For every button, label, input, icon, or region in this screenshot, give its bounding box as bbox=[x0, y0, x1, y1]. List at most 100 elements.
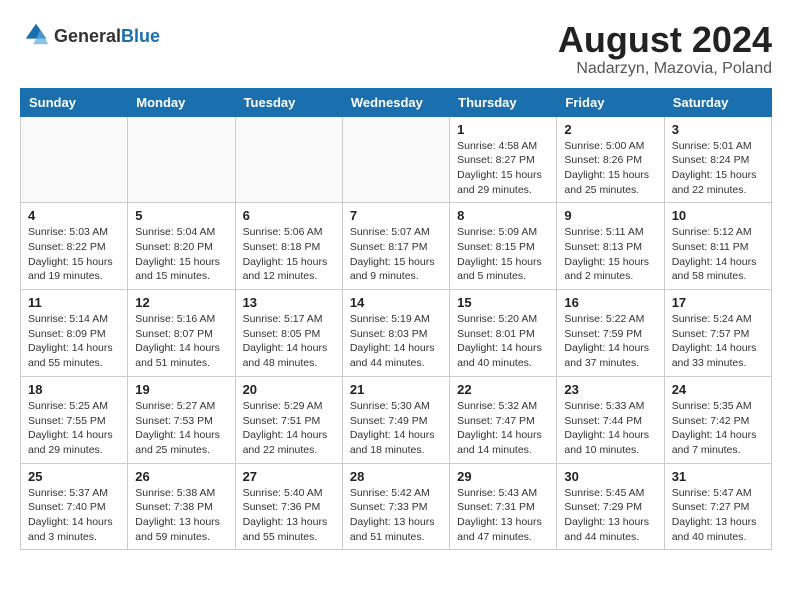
day-info: Sunrise: 5:04 AM Sunset: 8:20 PM Dayligh… bbox=[135, 225, 227, 284]
page: GeneralBlue August 2024 Nadarzyn, Mazovi… bbox=[0, 0, 792, 570]
day-info: Sunrise: 5:33 AM Sunset: 7:44 PM Dayligh… bbox=[564, 399, 656, 458]
day-number: 27 bbox=[243, 469, 335, 484]
calendar-cell-w1-d2 bbox=[128, 116, 235, 203]
day-number: 20 bbox=[243, 382, 335, 397]
calendar-cell-w4-d1: 18 Sunrise: 5:25 AM Sunset: 7:55 PM Dayli… bbox=[21, 376, 128, 463]
day-number: 24 bbox=[672, 382, 764, 397]
calendar-cell-w1-d1 bbox=[21, 116, 128, 203]
logo-general-text: General bbox=[54, 26, 121, 46]
day-number: 11 bbox=[28, 295, 120, 310]
day-number: 8 bbox=[457, 208, 549, 223]
day-info: Sunrise: 5:19 AM Sunset: 8:03 PM Dayligh… bbox=[350, 312, 442, 371]
day-info: Sunrise: 4:58 AM Sunset: 8:27 PM Dayligh… bbox=[457, 139, 549, 198]
day-info: Sunrise: 5:47 AM Sunset: 7:27 PM Dayligh… bbox=[672, 486, 764, 545]
calendar-cell-w3-d6: 16 Sunrise: 5:22 AM Sunset: 7:59 PM Dayli… bbox=[557, 290, 664, 377]
day-number: 4 bbox=[28, 208, 120, 223]
day-number: 23 bbox=[564, 382, 656, 397]
day-number: 25 bbox=[28, 469, 120, 484]
day-info: Sunrise: 5:16 AM Sunset: 8:07 PM Dayligh… bbox=[135, 312, 227, 371]
day-info: Sunrise: 5:14 AM Sunset: 8:09 PM Dayligh… bbox=[28, 312, 120, 371]
calendar-cell-w3-d3: 13Sunrise: 5:17 AM Sunset: 8:05 PM Dayli… bbox=[235, 290, 342, 377]
header: GeneralBlue August 2024 Nadarzyn, Mazovi… bbox=[20, 20, 772, 78]
day-number: 1 bbox=[457, 122, 549, 137]
day-info: Sunrise: 5:27 AM Sunset: 7:53 PM Dayligh… bbox=[135, 399, 227, 458]
calendar-cell-w4-d4: 21Sunrise: 5:30 AM Sunset: 7:49 PM Dayli… bbox=[342, 376, 449, 463]
calendar-cell-w4-d3: 20 Sunrise: 5:29 AM Sunset: 7:51 PM Dayli… bbox=[235, 376, 342, 463]
week-row-2: 4 Sunrise: 5:03 AM Sunset: 8:22 PM Daylig… bbox=[21, 203, 772, 290]
day-info: Sunrise: 5:45 AM Sunset: 7:29 PM Dayligh… bbox=[564, 486, 656, 545]
calendar-cell-w2-d6: 9Sunrise: 5:11 AM Sunset: 8:13 PM Daylig… bbox=[557, 203, 664, 290]
title-block: August 2024 Nadarzyn, Mazovia, Poland bbox=[558, 20, 772, 78]
calendar-cell-w4-d7: 24Sunrise: 5:35 AM Sunset: 7:42 PM Dayli… bbox=[664, 376, 771, 463]
calendar-cell-w1-d5: 1 Sunrise: 4:58 AM Sunset: 8:27 PM Daylig… bbox=[450, 116, 557, 203]
day-info: Sunrise: 5:12 AM Sunset: 8:11 PM Dayligh… bbox=[672, 225, 764, 284]
day-info: Sunrise: 5:00 AM Sunset: 8:26 PM Dayligh… bbox=[564, 139, 656, 198]
week-row-1: 1 Sunrise: 4:58 AM Sunset: 8:27 PM Daylig… bbox=[21, 116, 772, 203]
calendar-cell-w3-d1: 11 Sunrise: 5:14 AM Sunset: 8:09 PM Dayli… bbox=[21, 290, 128, 377]
day-number: 6 bbox=[243, 208, 335, 223]
calendar-cell-w2-d2: 5 Sunrise: 5:04 AM Sunset: 8:20 PM Daylig… bbox=[128, 203, 235, 290]
calendar-cell-w4-d5: 22Sunrise: 5:32 AM Sunset: 7:47 PM Dayli… bbox=[450, 376, 557, 463]
day-number: 10 bbox=[672, 208, 764, 223]
month-title: August 2024 bbox=[558, 20, 772, 60]
calendar-cell-w5-d7: 31 Sunrise: 5:47 AM Sunset: 7:27 PM Dayli… bbox=[664, 463, 771, 550]
calendar-cell-w5-d2: 26 Sunrise: 5:38 AM Sunset: 7:38 PM Dayli… bbox=[128, 463, 235, 550]
day-number: 9 bbox=[564, 208, 656, 223]
location-subtitle: Nadarzyn, Mazovia, Poland bbox=[558, 60, 772, 78]
calendar-table: Sunday Monday Tuesday Wednesday Thursday… bbox=[20, 88, 772, 551]
calendar-cell-w2-d5: 8Sunrise: 5:09 AM Sunset: 8:15 PM Daylig… bbox=[450, 203, 557, 290]
day-info: Sunrise: 5:03 AM Sunset: 8:22 PM Dayligh… bbox=[28, 225, 120, 284]
logo: GeneralBlue bbox=[20, 20, 160, 53]
calendar-cell-w5-d3: 27 Sunrise: 5:40 AM Sunset: 7:36 PM Dayli… bbox=[235, 463, 342, 550]
day-info: Sunrise: 5:01 AM Sunset: 8:24 PM Dayligh… bbox=[672, 139, 764, 198]
day-info: Sunrise: 5:43 AM Sunset: 7:31 PM Dayligh… bbox=[457, 486, 549, 545]
day-info: Sunrise: 5:38 AM Sunset: 7:38 PM Dayligh… bbox=[135, 486, 227, 545]
calendar-cell-w5-d6: 30 Sunrise: 5:45 AM Sunset: 7:29 PM Dayli… bbox=[557, 463, 664, 550]
day-number: 18 bbox=[28, 382, 120, 397]
day-number: 19 bbox=[135, 382, 227, 397]
calendar-cell-w3-d4: 14 Sunrise: 5:19 AM Sunset: 8:03 PM Dayli… bbox=[342, 290, 449, 377]
header-tuesday: Tuesday bbox=[235, 88, 342, 116]
day-number: 28 bbox=[350, 469, 442, 484]
calendar-cell-w2-d7: 10 Sunrise: 5:12 AM Sunset: 8:11 PM Dayli… bbox=[664, 203, 771, 290]
calendar-cell-w5-d5: 29 Sunrise: 5:43 AM Sunset: 7:31 PM Dayli… bbox=[450, 463, 557, 550]
day-number: 14 bbox=[350, 295, 442, 310]
day-number: 26 bbox=[135, 469, 227, 484]
day-number: 30 bbox=[564, 469, 656, 484]
header-monday: Monday bbox=[128, 88, 235, 116]
day-number: 16 bbox=[564, 295, 656, 310]
day-number: 15 bbox=[457, 295, 549, 310]
calendar-cell-w1-d4 bbox=[342, 116, 449, 203]
day-number: 5 bbox=[135, 208, 227, 223]
day-info: Sunrise: 5:22 AM Sunset: 7:59 PM Dayligh… bbox=[564, 312, 656, 371]
day-number: 22 bbox=[457, 382, 549, 397]
day-info: Sunrise: 5:24 AM Sunset: 7:57 PM Dayligh… bbox=[672, 312, 764, 371]
day-number: 2 bbox=[564, 122, 656, 137]
header-saturday: Saturday bbox=[664, 88, 771, 116]
day-info: Sunrise: 5:17 AM Sunset: 8:05 PM Dayligh… bbox=[243, 312, 335, 371]
logo-blue-text: Blue bbox=[121, 26, 160, 46]
day-info: Sunrise: 5:07 AM Sunset: 8:17 PM Dayligh… bbox=[350, 225, 442, 284]
day-info: Sunrise: 5:06 AM Sunset: 8:18 PM Dayligh… bbox=[243, 225, 335, 284]
calendar-cell-w4-d6: 23 Sunrise: 5:33 AM Sunset: 7:44 PM Dayli… bbox=[557, 376, 664, 463]
header-sunday: Sunday bbox=[21, 88, 128, 116]
calendar-cell-w4-d2: 19 Sunrise: 5:27 AM Sunset: 7:53 PM Dayli… bbox=[128, 376, 235, 463]
day-info: Sunrise: 5:42 AM Sunset: 7:33 PM Dayligh… bbox=[350, 486, 442, 545]
calendar-cell-w5-d1: 25 Sunrise: 5:37 AM Sunset: 7:40 PM Dayli… bbox=[21, 463, 128, 550]
day-number: 29 bbox=[457, 469, 549, 484]
day-number: 3 bbox=[672, 122, 764, 137]
day-number: 7 bbox=[350, 208, 442, 223]
day-number: 17 bbox=[672, 295, 764, 310]
day-info: Sunrise: 5:29 AM Sunset: 7:51 PM Dayligh… bbox=[243, 399, 335, 458]
calendar-cell-w3-d5: 15 Sunrise: 5:20 AM Sunset: 8:01 PM Dayli… bbox=[450, 290, 557, 377]
day-info: Sunrise: 5:25 AM Sunset: 7:55 PM Dayligh… bbox=[28, 399, 120, 458]
calendar-cell-w2-d4: 7 Sunrise: 5:07 AM Sunset: 8:17 PM Daylig… bbox=[342, 203, 449, 290]
day-info: Sunrise: 5:20 AM Sunset: 8:01 PM Dayligh… bbox=[457, 312, 549, 371]
header-wednesday: Wednesday bbox=[342, 88, 449, 116]
day-info: Sunrise: 5:40 AM Sunset: 7:36 PM Dayligh… bbox=[243, 486, 335, 545]
day-info: Sunrise: 5:37 AM Sunset: 7:40 PM Dayligh… bbox=[28, 486, 120, 545]
calendar-cell-w1-d7: 3 Sunrise: 5:01 AM Sunset: 8:24 PM Daylig… bbox=[664, 116, 771, 203]
day-number: 31 bbox=[672, 469, 764, 484]
calendar-cell-w2-d1: 4 Sunrise: 5:03 AM Sunset: 8:22 PM Daylig… bbox=[21, 203, 128, 290]
calendar-cell-w5-d4: 28 Sunrise: 5:42 AM Sunset: 7:33 PM Dayli… bbox=[342, 463, 449, 550]
